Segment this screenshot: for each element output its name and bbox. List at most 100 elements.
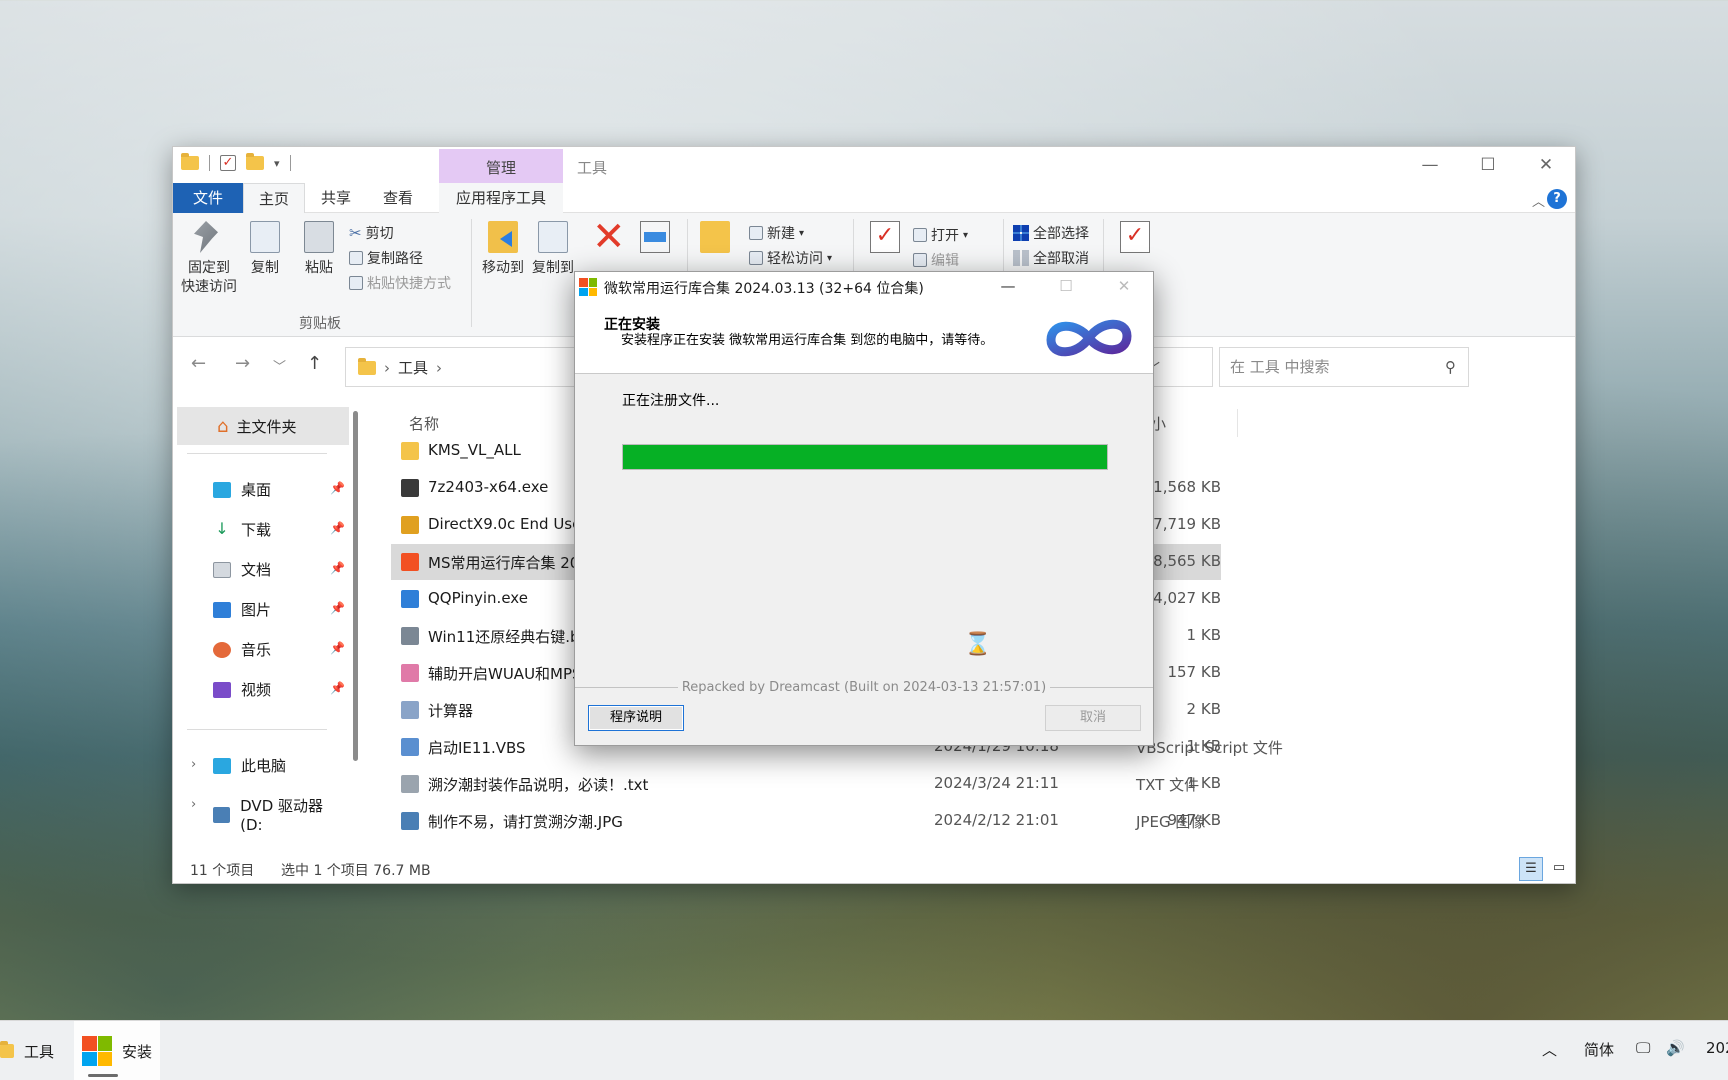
new-folder-button[interactable]	[687, 221, 743, 259]
installer-maximize-icon: ☐	[1059, 277, 1073, 295]
invert-selection-button[interactable]: ✓	[1107, 221, 1163, 259]
nav-item-documents[interactable]: 文档	[213, 559, 271, 580]
nav-item-dvd[interactable]: DVD 驱动器 (D:	[213, 795, 345, 834]
back-icon[interactable]: ←	[191, 353, 206, 374]
expand-dvd-icon[interactable]: ›	[191, 797, 196, 812]
branding-text: Repacked by Dreamcast (Built on 2024-03-…	[677, 680, 1051, 695]
table-row[interactable]: 溯汐潮封装作品说明，必读！.txt 2024/3/24 21:11 TXT 文件 1 …	[391, 766, 1221, 802]
move-to-button[interactable]: 移动到	[475, 221, 531, 278]
open-dropdown-icon: ▾	[963, 229, 969, 241]
pin-icon-videos[interactable]: 📌	[330, 681, 345, 695]
tray-overflow-icon[interactable]: ︿	[1542, 1039, 1557, 1060]
file-name: 计算器	[428, 702, 474, 720]
computer-icon	[213, 757, 231, 774]
search-input[interactable]	[1220, 348, 1420, 386]
copy-to-button[interactable]: 复制到	[525, 221, 581, 278]
expand-this-pc-icon[interactable]: ›	[191, 757, 196, 772]
nav-item-desktop[interactable]: 桌面	[213, 479, 271, 500]
properties-check-icon[interactable]: ✓	[220, 155, 236, 171]
maximize-icon[interactable]: ☐	[1459, 147, 1517, 183]
pin-icon-downloads[interactable]: 📌	[330, 521, 345, 535]
easy-access-button[interactable]: 轻松访问 ▾	[749, 248, 832, 268]
nav-item-downloads[interactable]: ↓ 下载	[213, 519, 271, 540]
taskbar: 工具 安装 ︿ 简体 🖵 🔊 202	[0, 1020, 1728, 1080]
installer-minimize-icon[interactable]: —	[979, 272, 1037, 302]
file-type-icon	[401, 738, 419, 756]
select-none-button[interactable]: 全部取消	[1013, 248, 1089, 268]
select-all-button[interactable]: 全部选择	[1013, 223, 1089, 243]
network-icon[interactable]: 🖵	[1636, 1039, 1650, 1057]
copy-path-button[interactable]: 复制路径	[349, 248, 423, 268]
invert-selection-icon: ✓	[1120, 221, 1150, 253]
tab-home[interactable]: 主页	[243, 183, 305, 213]
ribbon-collapse-icon[interactable]: ︿	[1532, 191, 1545, 210]
pictures-icon	[213, 601, 231, 618]
home-icon: ⌂	[217, 415, 229, 437]
paste-label: 粘贴	[305, 260, 333, 276]
tab-share[interactable]: 共享	[305, 183, 367, 213]
forward-icon[interactable]: →	[235, 353, 250, 374]
new-item-button[interactable]: 新建 ▾	[749, 223, 804, 243]
details-view-icon[interactable]: ☰	[1519, 857, 1543, 881]
close-icon[interactable]: ✕	[1517, 147, 1575, 183]
paste-button[interactable]: 粘贴	[291, 221, 347, 278]
pin-icon-music[interactable]: 📌	[330, 641, 345, 655]
download-icon: ↓	[215, 518, 229, 538]
new-folder-icon[interactable]	[246, 153, 264, 170]
nav-scrollbar[interactable]	[353, 411, 358, 761]
column-header-name[interactable]: 名称	[409, 413, 439, 434]
tab-view[interactable]: 查看	[367, 183, 429, 213]
clock[interactable]: 202	[1706, 1039, 1728, 1057]
selection-info: 选中 1 个项目 76.7 MB	[281, 863, 431, 879]
pin-icon-desktop[interactable]: 📌	[330, 481, 345, 495]
nav-item-music[interactable]: 音乐	[213, 639, 271, 660]
tab-app-tools[interactable]: 应用程序工具	[439, 183, 563, 213]
nav-home[interactable]: ⌂ 主文件夹	[177, 407, 349, 445]
taskbar-item-explorer[interactable]: 工具	[0, 1021, 70, 1080]
nav-home-label: 主文件夹	[236, 417, 297, 436]
taskbar-item-installer[interactable]: 安装	[74, 1021, 160, 1080]
clipboard-group-label: 剪贴板	[299, 316, 341, 332]
installer-heading: 正在安装	[604, 317, 660, 333]
busy-cursor-icon: ⌛	[964, 632, 992, 657]
open-button[interactable]: 打开 ▾	[913, 225, 968, 245]
videos-icon	[213, 681, 231, 698]
nav-item-videos[interactable]: 视频	[213, 679, 271, 700]
nav-item-this-pc[interactable]: 此电脑	[213, 755, 286, 776]
volume-icon[interactable]: 🔊	[1666, 1039, 1685, 1057]
cut-button[interactable]: ✂ 剪切	[349, 223, 394, 243]
pin-icon-pictures[interactable]: 📌	[330, 601, 345, 615]
readme-button[interactable]: 程序说明	[588, 705, 684, 731]
up-icon[interactable]: ↑	[307, 353, 322, 374]
copy-button[interactable]: 复制	[237, 221, 293, 278]
help-icon[interactable]: ?	[1547, 189, 1567, 209]
rename-button[interactable]	[627, 221, 683, 259]
large-icons-view-icon[interactable]: ▭	[1547, 857, 1571, 881]
paste-shortcut-button[interactable]: 粘贴快捷方式	[349, 273, 451, 293]
address-path-text[interactable]: 工具	[398, 357, 428, 378]
properties-button[interactable]: ✓	[857, 221, 913, 259]
ime-indicator[interactable]: 简体	[1584, 1039, 1614, 1060]
table-row[interactable]: 制作不易，请打赏溯汐潮.JPG 2024/2/12 21:01 JPEG 图像 947…	[391, 803, 1221, 839]
minimize-icon[interactable]: —	[1401, 147, 1459, 183]
recent-locations-icon[interactable]: ﹀	[273, 356, 286, 375]
select-none-label: 全部取消	[1033, 251, 1089, 267]
tab-file[interactable]: 文件	[173, 183, 243, 213]
pin-quick-access-button[interactable]: 固定到 快速访问	[181, 221, 237, 297]
qat-dropdown-icon[interactable]: ▾	[274, 157, 280, 170]
copy-label: 复制	[251, 260, 279, 276]
nav-item-pictures[interactable]: 图片	[213, 599, 271, 620]
cut-label: 剪切	[365, 226, 394, 242]
file-name: MS常用运行库合集 202	[428, 554, 589, 572]
documents-icon	[213, 561, 231, 578]
file-name: KMS_VL_ALL	[428, 441, 521, 459]
copy-path-label: 复制路径	[367, 251, 423, 267]
context-tab-manage[interactable]: 管理	[439, 157, 563, 178]
cancel-button[interactable]: 取消	[1045, 705, 1141, 731]
search-box[interactable]: ⚲	[1219, 347, 1469, 387]
easy-access-icon	[749, 251, 763, 265]
edit-button[interactable]: 编辑	[913, 250, 959, 270]
installer-title-bar: 微软常用运行库合集 2024.03.13 (32+64 位合集) — ☐ ✕	[575, 272, 1153, 302]
pin-icon-documents[interactable]: 📌	[330, 561, 345, 575]
nav-item-label: 音乐	[241, 641, 272, 659]
